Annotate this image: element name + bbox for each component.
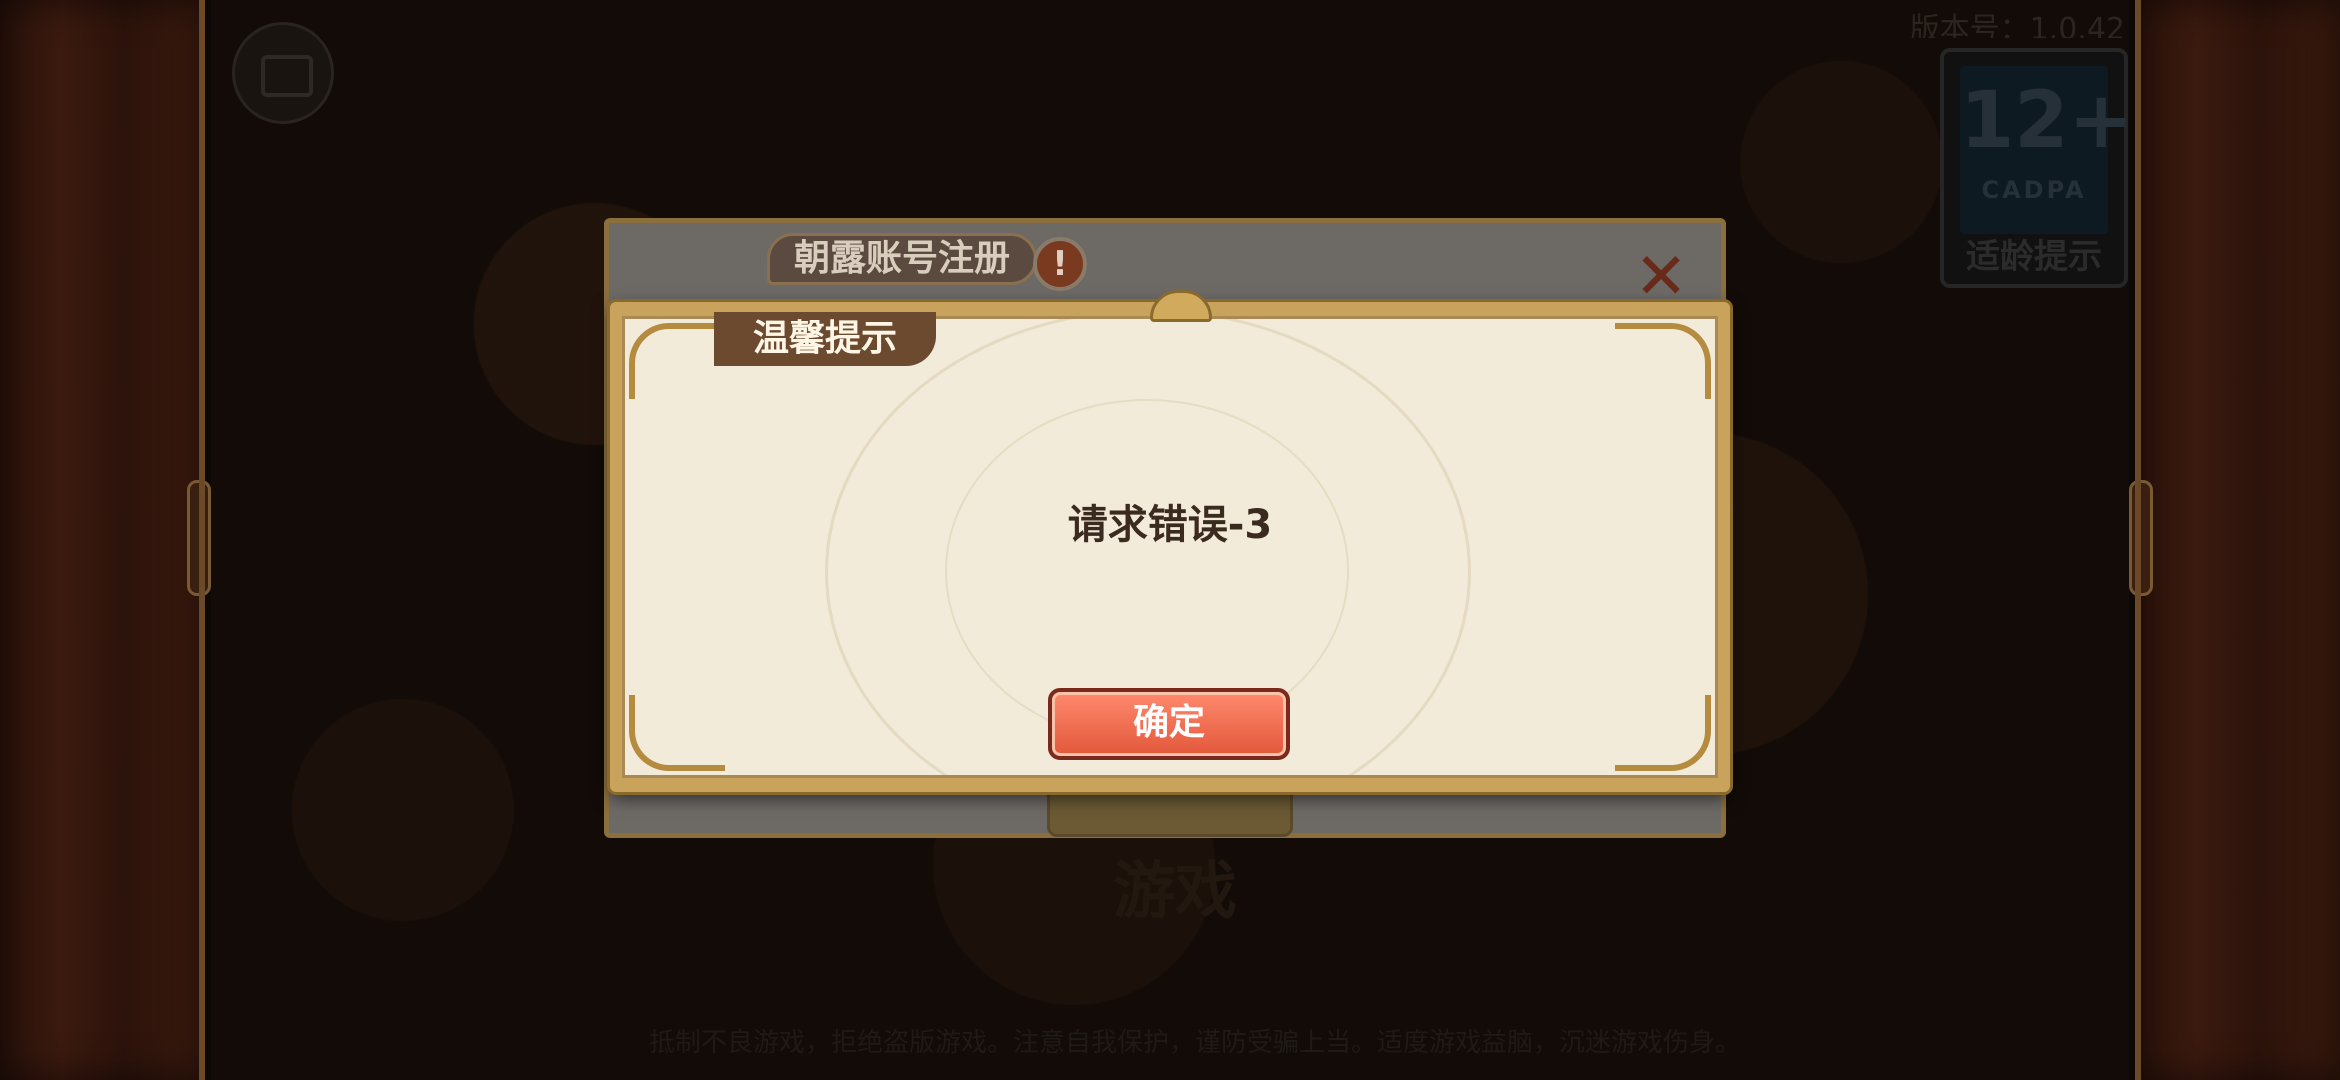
age-rating-org: CADPA bbox=[1981, 176, 2087, 204]
warning-icon[interactable]: ! bbox=[1033, 237, 1087, 291]
video-icon[interactable] bbox=[232, 22, 334, 124]
age-rating-label: 适龄提示 bbox=[1966, 237, 2102, 277]
background-logo-text: 游戏 bbox=[1112, 854, 1237, 927]
error-message: 请求错误-3 bbox=[1067, 502, 1273, 548]
tip-dialog: 温馨提示 请求错误-3 确定 bbox=[610, 290, 1730, 792]
age-rating-number: 12+ bbox=[1960, 76, 2134, 166]
close-icon[interactable]: ✕ bbox=[1631, 245, 1691, 309]
age-rating-badge[interactable]: 12+ CADPA 适龄提示 bbox=[1940, 48, 2134, 288]
right-frame-ornament bbox=[2129, 480, 2153, 596]
confirm-button[interactable]: 确定 bbox=[1048, 688, 1290, 760]
corner-ornament bbox=[1615, 323, 1711, 399]
age-rating-panel: 12+ CADPA bbox=[1960, 66, 2134, 234]
corner-ornament bbox=[1615, 695, 1711, 771]
register-dialog-title: 朝露账号注册 bbox=[767, 233, 1037, 285]
left-wood-frame bbox=[0, 0, 211, 1080]
right-wood-frame bbox=[2129, 0, 2340, 1080]
corner-ornament bbox=[629, 323, 725, 399]
register-submit-button[interactable] bbox=[1047, 789, 1293, 837]
left-frame-ornament bbox=[187, 480, 211, 596]
version-text: 版本号：1.0.42 bbox=[1909, 12, 2125, 38]
corner-ornament bbox=[629, 695, 725, 771]
health-notice-text: 抵制不良游戏，拒绝盗版游戏。注意自我保护，谨防受骗上当。适度游戏益脑，沉迷游戏伤… bbox=[648, 1028, 1741, 1056]
tip-dialog-title: 温馨提示 bbox=[714, 312, 936, 366]
